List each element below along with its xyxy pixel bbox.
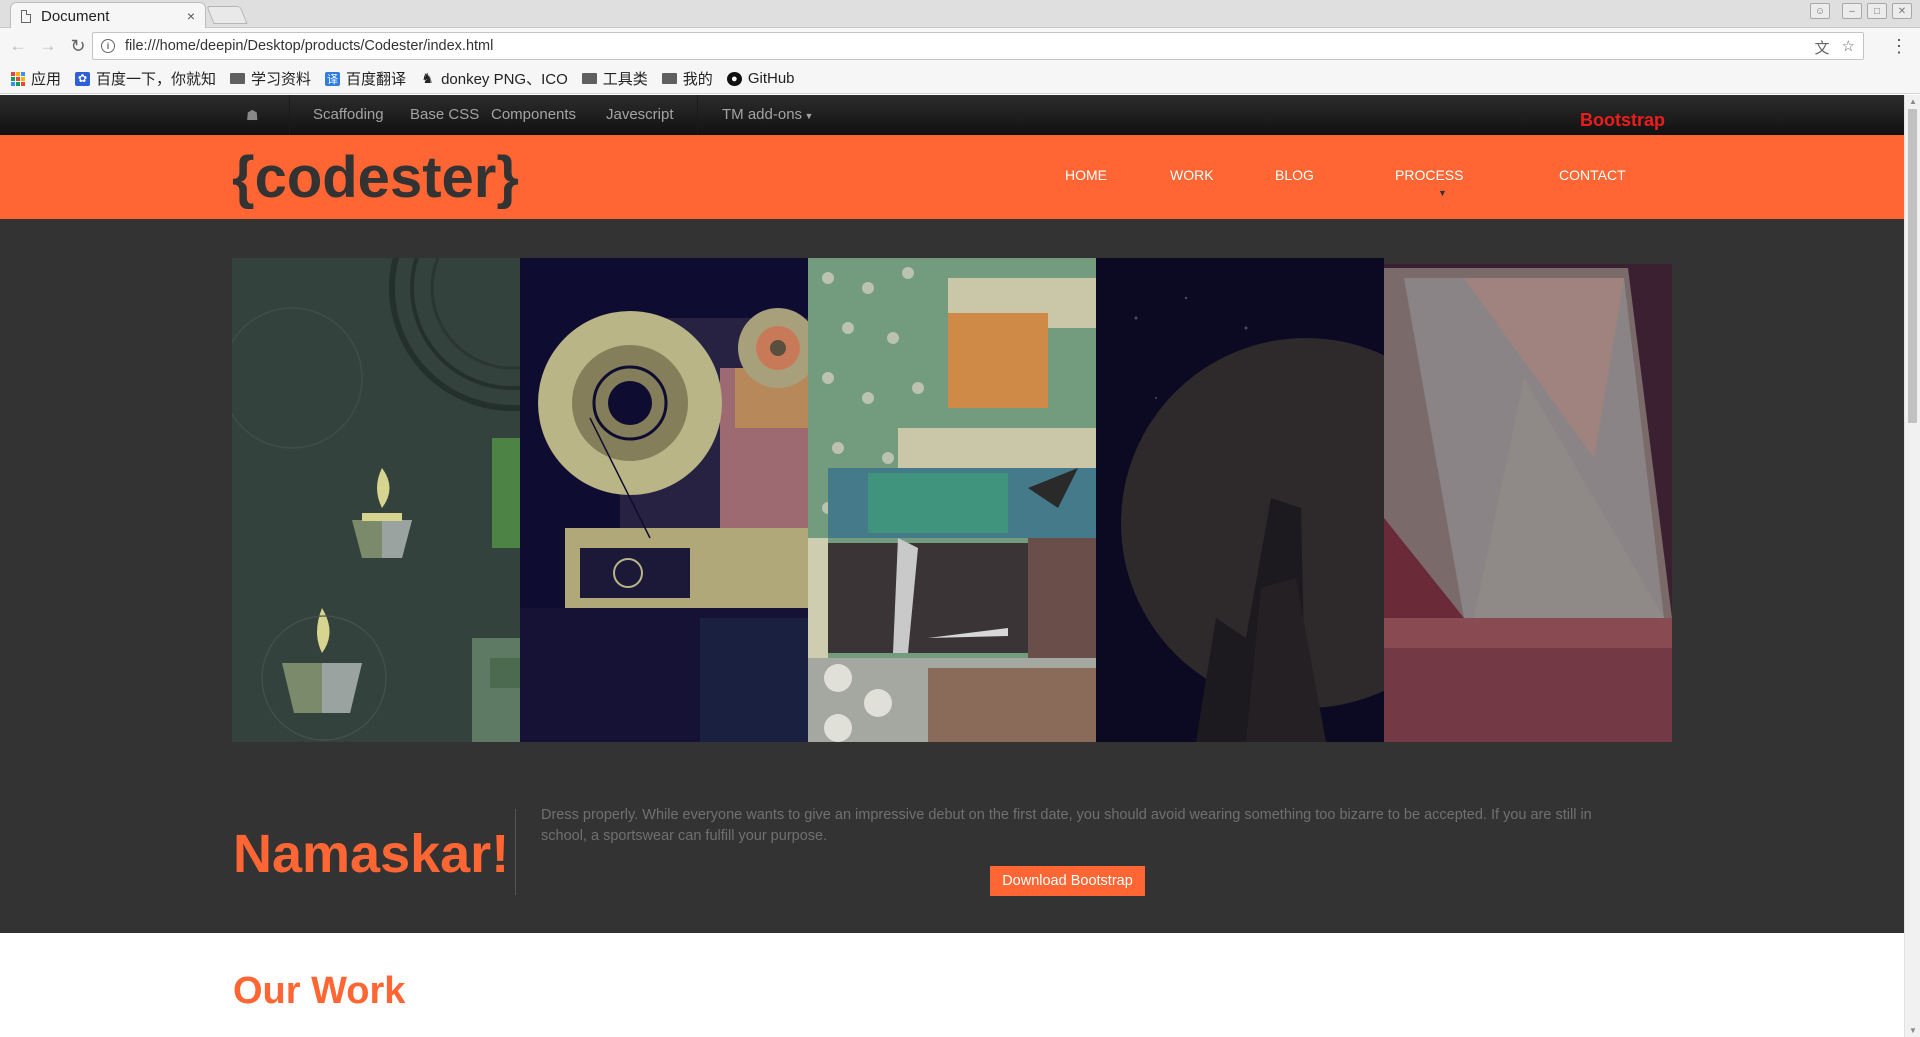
film-projector-illustration <box>520 258 808 742</box>
hero-text: Dress properly. While everyone wants to … <box>541 807 1592 844</box>
folder-icon <box>230 73 246 84</box>
browser-tab[interactable]: Document × <box>10 2 206 29</box>
site-logo[interactable]: {codester} <box>232 144 519 211</box>
nav-link-label: TM add-ons <box>722 106 803 123</box>
bookmark-mine[interactable]: 我的 <box>661 68 713 89</box>
home-icon[interactable]: ☗ <box>246 107 259 124</box>
maximize-icon[interactable]: □ <box>1867 3 1887 19</box>
candles-illustration <box>232 258 520 742</box>
tab-title: Document <box>41 7 110 25</box>
page-viewport: ☗ Scaffoding Base CSS Components Javescr… <box>0 95 1904 1037</box>
night-moon-illustration <box>1096 258 1384 742</box>
page-scrollbar[interactable]: ▲ ▼ <box>1904 95 1920 1037</box>
apps-icon <box>10 71 25 86</box>
bookmark-label: 学习资料 <box>251 71 312 88</box>
bootstrap-navbar: ☗ Scaffoding Base CSS Components Javescr… <box>0 95 1904 135</box>
profile-icon[interactable]: ☺ <box>1810 3 1830 19</box>
bookmarks-bar: 应用 ✿ 百度一下，你就知 学习资料 译 百度翻译 ♞ donkey PNG、I… <box>0 64 1920 94</box>
folder-icon <box>661 73 677 84</box>
nav-link-javascript[interactable]: Javescript <box>606 106 674 123</box>
bookmark-donkey[interactable]: ♞ donkey PNG、ICO <box>420 68 568 89</box>
our-work-title: Our Work <box>233 970 406 1012</box>
url-text[interactable]: file:///home/deepin/Desktop/products/Cod… <box>125 38 493 54</box>
reload-icon[interactable]: ↻ <box>66 34 90 58</box>
download-bootstrap-button[interactable]: Download Bootstrap <box>990 866 1145 896</box>
nav-home[interactable]: HOME <box>1065 167 1107 183</box>
address-bar[interactable]: i file:///home/deepin/Desktop/products/C… <box>92 32 1864 60</box>
bookmark-label: 百度翻译 <box>346 71 407 88</box>
fanyi-icon: 译 <box>325 71 341 86</box>
bootstrap-brand[interactable]: Bootstrap <box>1580 110 1665 131</box>
bookmark-label: 工具类 <box>602 71 648 88</box>
folder-icon <box>581 73 597 84</box>
browser-tab-bar: Document × ☺ – □ ✕ <box>0 0 1920 29</box>
nav-divider <box>697 95 698 135</box>
bookmark-tools[interactable]: 工具类 <box>581 68 648 89</box>
document-icon <box>21 9 31 23</box>
nav-process[interactable]: PROCESS <box>1395 167 1463 183</box>
caret-down-icon: ▼ <box>802 111 814 121</box>
bookmark-label: GitHub <box>747 70 795 87</box>
scroll-thumb[interactable] <box>1908 109 1917 423</box>
translate-icon[interactable]: 文 <box>1815 37 1830 58</box>
bookmark-github[interactable]: ● GitHub <box>726 70 795 87</box>
scroll-down-icon[interactable]: ▼ <box>1909 1026 1917 1035</box>
nav-link-components[interactable]: Components <box>491 106 576 123</box>
collage-illustration <box>808 258 1096 742</box>
abstract-frame-illustration <box>1384 258 1672 742</box>
site-header: {codester} HOME WORK BLOG PROCESS CONTAC… <box>0 135 1904 219</box>
bookmark-study[interactable]: 学习资料 <box>230 68 311 89</box>
close-window-icon[interactable]: ✕ <box>1892 3 1912 19</box>
donkey-icon: ♞ <box>421 70 434 86</box>
bookmark-label: donkey PNG、ICO <box>441 71 568 88</box>
bookmark-star-icon[interactable]: ☆ <box>1842 37 1855 58</box>
nav-link-base-css[interactable]: Base CSS <box>410 106 479 123</box>
bookmark-baidu[interactable]: ✿ 百度一下，你就知 <box>75 68 216 89</box>
hero-section: Namaskar! Dress properly. While everyone… <box>0 219 1904 933</box>
hero-image-strip <box>232 258 1672 742</box>
nav-work[interactable]: WORK <box>1170 167 1214 183</box>
divider <box>515 809 516 895</box>
back-icon[interactable]: ← <box>6 34 30 58</box>
tab-close-icon[interactable]: × <box>187 8 195 24</box>
browser-toolbar: ← → ↻ i file:///home/deepin/Desktop/prod… <box>0 28 1920 64</box>
info-icon[interactable]: i <box>101 39 115 53</box>
chevron-down-icon: ▼ <box>1438 188 1447 198</box>
forward-icon[interactable]: → <box>36 34 60 58</box>
minimize-icon[interactable]: – <box>1842 3 1862 19</box>
baidu-icon: ✿ <box>75 71 91 86</box>
bookmark-label: 百度一下，你就知 <box>96 71 217 88</box>
bookmark-apps[interactable]: 应用 <box>10 68 61 89</box>
bookmark-label: 应用 <box>31 71 62 88</box>
nav-divider <box>289 95 290 135</box>
bookmark-label: 我的 <box>682 71 713 88</box>
new-tab-button[interactable] <box>206 6 248 24</box>
nav-contact[interactable]: CONTACT <box>1559 167 1626 183</box>
nav-link-scaffolding[interactable]: Scaffoding <box>313 106 384 123</box>
bookmark-fanyi[interactable]: 译 百度翻译 <box>325 68 406 89</box>
nav-blog[interactable]: BLOG <box>1275 167 1314 183</box>
browser-menu-icon[interactable]: ⋮ <box>1890 36 1908 57</box>
nav-link-tm-addons[interactable]: TM add-ons ▼ <box>722 106 813 123</box>
hero-greeting: Namaskar! <box>233 824 510 884</box>
github-icon: ● <box>726 71 742 86</box>
scroll-up-icon[interactable]: ▲ <box>1909 97 1917 106</box>
